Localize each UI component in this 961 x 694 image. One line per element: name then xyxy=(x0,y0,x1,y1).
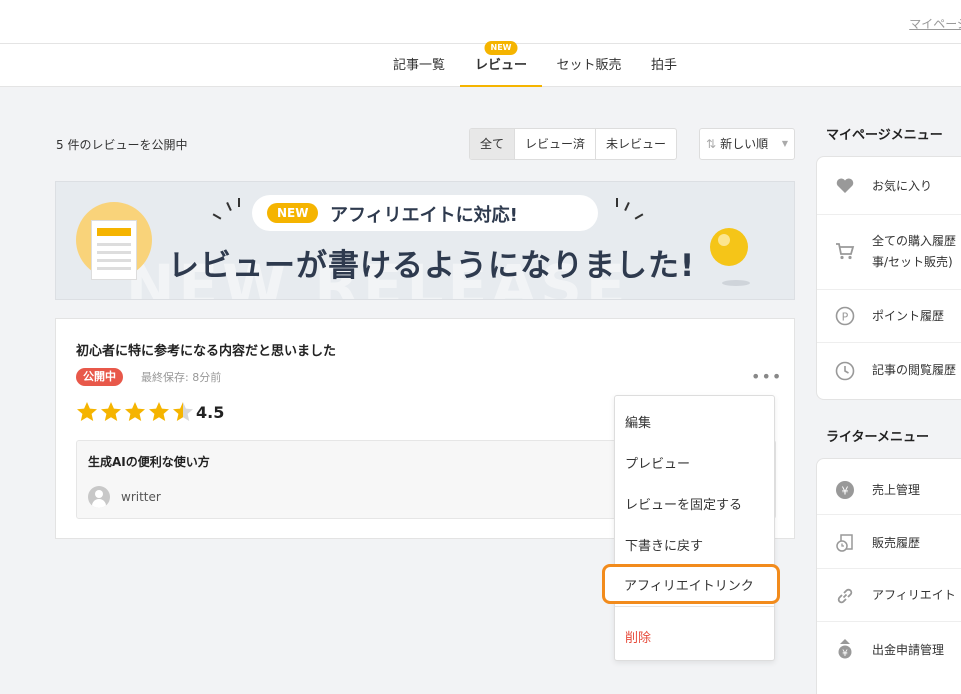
spark-icon xyxy=(226,201,232,212)
menu-item-preview[interactable]: プレビュー xyxy=(625,453,690,472)
tab-articles[interactable]: 記事一覧 xyxy=(383,44,455,87)
filter-unreviewed-button[interactable]: 未レビュー xyxy=(596,129,676,159)
lightbulb-shadow xyxy=(722,280,750,286)
menu-item-affiliate-link[interactable]: アフィリエイトリンク xyxy=(602,564,780,604)
svg-text:¥: ¥ xyxy=(842,649,848,659)
spark-icon xyxy=(616,198,618,207)
link-icon xyxy=(837,588,853,604)
spark-icon xyxy=(238,198,240,207)
new-badge: NEW xyxy=(484,41,518,55)
point-icon: P xyxy=(835,306,855,326)
lightbulb-shine xyxy=(718,234,730,246)
rating-value: 4.5 xyxy=(196,403,225,422)
more-options-icon[interactable]: ••• xyxy=(751,369,782,385)
top-header: マイページ xyxy=(0,0,961,44)
menu-item-pin[interactable]: レビューを固定する xyxy=(625,494,742,513)
lightbulb-icon xyxy=(710,228,748,266)
review-options-menu: 編集 プレビュー レビューを固定する 下書きに戻す 削除 xyxy=(614,395,775,661)
status-badge: 公開中 xyxy=(76,368,123,386)
banner-new-badge: NEW xyxy=(267,203,319,223)
spark-icon xyxy=(634,213,644,220)
sort-icon: ⇅ xyxy=(706,137,717,151)
review-title: 初心者に特に参考になる内容だと思いました xyxy=(76,344,337,359)
mypage-link[interactable]: マイページ xyxy=(909,15,961,32)
chevron-down-icon: ▼ xyxy=(781,139,788,148)
tab-bar: 記事一覧 NEW レビュー セット販売 拍手 xyxy=(0,41,961,87)
svg-text:¥: ¥ xyxy=(842,485,849,498)
sidebar-item-favorites[interactable]: お気に入り xyxy=(817,157,961,215)
writer-menu: ¥ 売上管理 販売履歴 アフィリエイト ¥ 出金申請管理 xyxy=(816,458,961,694)
sort-select[interactable]: ⇅ 新しい順 ▼ xyxy=(699,128,795,160)
filter-all-button[interactable]: 全て xyxy=(470,129,516,159)
spark-icon xyxy=(624,201,630,212)
half-star-icon xyxy=(173,402,193,421)
heart-icon xyxy=(836,178,854,193)
review-count: 5 件のレビューを公開中 xyxy=(56,138,188,152)
sidebar-item-purchase-history[interactable]: 全ての購入履歴 事/セット販売) xyxy=(817,215,961,290)
yen-icon: ¥ xyxy=(836,481,854,499)
menu-item-delete[interactable]: 削除 xyxy=(625,627,651,646)
mypage-menu: お気に入り 全ての購入履歴 事/セット販売) P ポイント履歴 記事の閲覧履歴 xyxy=(816,156,961,400)
document-icon xyxy=(91,220,137,280)
star-icon xyxy=(125,402,145,421)
menu-divider xyxy=(615,606,774,607)
affiliate-link-label: アフィリエイトリンク xyxy=(624,579,754,594)
tab-reviews[interactable]: NEW レビュー xyxy=(460,41,542,87)
writer-menu-heading: ライターメニュー xyxy=(826,430,929,445)
avatar xyxy=(88,486,110,508)
mypage-menu-heading: マイページメニュー xyxy=(826,128,943,143)
author-name: writter xyxy=(121,490,161,504)
cart-icon xyxy=(836,243,855,260)
star-icon xyxy=(77,402,97,421)
filter-group: 全て レビュー済 未レビュー xyxy=(469,128,678,160)
tab-set-sales[interactable]: セット販売 xyxy=(548,44,630,87)
star-rating xyxy=(76,401,194,423)
sidebar-item-sales[interactable]: ¥ 売上管理 xyxy=(817,459,961,515)
sidebar-item-view-history[interactable]: 記事の閲覧履歴 xyxy=(817,343,961,399)
banner-pill: NEW アフィリエイトに対応! xyxy=(252,195,598,231)
clock-icon xyxy=(835,361,855,381)
sidebar-item-sales-history[interactable]: 販売履歴 xyxy=(817,515,961,569)
release-banner[interactable]: NEW RELEASE NEW アフィリエイトに対応! レビューが書けるようにな… xyxy=(55,181,795,300)
last-saved-text: 最終保存: 8分前 xyxy=(141,371,222,384)
sidebar-item-withdrawal[interactable]: ¥ 出金申請管理 xyxy=(817,622,961,677)
svg-text:P: P xyxy=(842,311,849,324)
history-icon xyxy=(836,534,853,552)
menu-item-revert-draft[interactable]: 下書きに戻す xyxy=(625,535,703,554)
tab-applause[interactable]: 拍手 xyxy=(640,44,688,87)
star-icon xyxy=(101,402,121,421)
filter-reviewed-button[interactable]: レビュー済 xyxy=(515,129,597,159)
menu-item-edit[interactable]: 編集 xyxy=(625,412,651,431)
sidebar-item-point-history[interactable]: P ポイント履歴 xyxy=(817,290,961,343)
banner-subtitle: アフィリエイトに対応! xyxy=(330,205,518,226)
banner-title: レビューが書けるようになりました! xyxy=(168,248,696,284)
article-title: 生成AIの便利な使い方 xyxy=(88,455,210,469)
withdraw-icon: ¥ xyxy=(838,639,852,659)
sidebar-item-affiliate[interactable]: アフィリエイト xyxy=(817,569,961,622)
stars-graphic xyxy=(77,402,193,421)
spark-icon xyxy=(212,213,222,220)
star-icon xyxy=(149,402,169,421)
